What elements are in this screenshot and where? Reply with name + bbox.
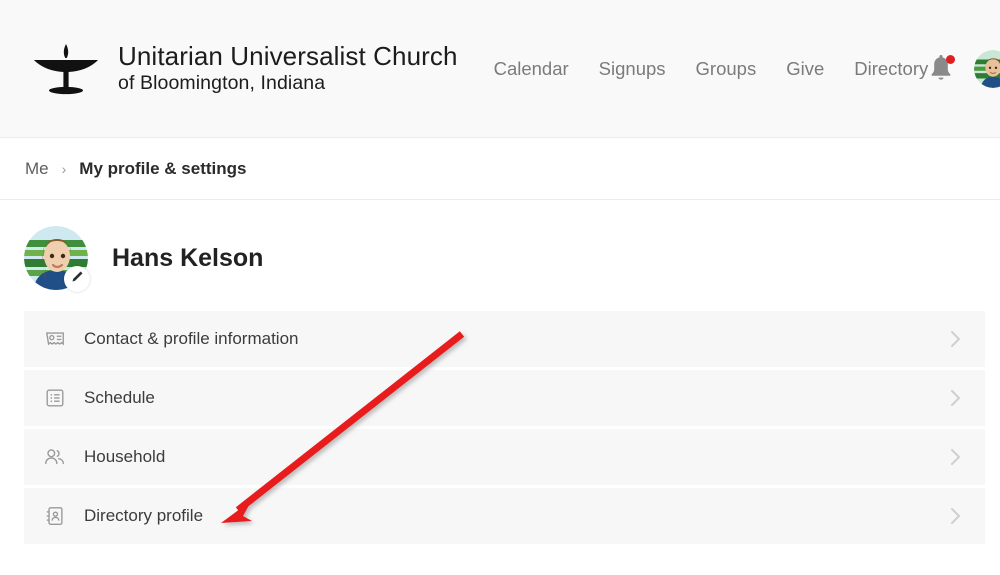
brand[interactable]: Unitarian Universalist Church of Bloomin…: [30, 40, 458, 98]
people-icon: [42, 444, 68, 470]
profile-name: Hans Kelson: [112, 243, 264, 272]
settings-row-label: Contact & profile information: [84, 329, 299, 348]
account-avatar[interactable]: [974, 49, 1000, 88]
settings-row-label: Schedule: [84, 388, 155, 407]
brand-title-line2: of Bloomington, Indiana: [118, 72, 326, 95]
settings-row-contact-profile-information[interactable]: Contact & profile information: [24, 311, 985, 367]
flaming-chalice-logo: [30, 40, 102, 98]
notifications-button[interactable]: [928, 54, 956, 84]
address-book-icon: [42, 503, 68, 529]
settings-row-directory-profile[interactable]: Directory profile: [24, 488, 985, 544]
profile-avatar[interactable]: [24, 226, 90, 292]
settings-row-label: Directory profile: [84, 506, 204, 525]
settings-row-household[interactable]: Household: [24, 429, 985, 485]
nav-item-give[interactable]: Give: [786, 58, 824, 80]
contact-card-icon: [42, 326, 68, 352]
edit-avatar-badge[interactable]: [64, 266, 90, 292]
profile-header: Hans Kelson: [0, 200, 1000, 292]
brand-title-line1: Unitarian Universalist Church: [118, 41, 458, 72]
chevron-right-icon: [948, 504, 963, 528]
main-navigation: Calendar Signups Groups Give Directory: [494, 58, 929, 80]
chevron-right-icon: [948, 386, 963, 410]
notification-unread-dot: [946, 54, 956, 64]
breadcrumb-separator-icon: ›: [61, 160, 67, 177]
breadcrumb: Me › My profile & settings: [0, 138, 1000, 200]
breadcrumb-item-me[interactable]: Me: [25, 159, 49, 179]
header-actions: [928, 49, 1000, 88]
settings-row-schedule[interactable]: Schedule: [24, 370, 985, 426]
settings-row-label: Household: [84, 447, 166, 466]
nav-item-calendar[interactable]: Calendar: [494, 58, 569, 80]
site-header: Unitarian Universalist Church of Bloomin…: [0, 0, 1000, 138]
nav-item-groups[interactable]: Groups: [696, 58, 757, 80]
list-schedule-icon: [42, 385, 68, 411]
breadcrumb-current-page: My profile & settings: [79, 158, 247, 178]
settings-list: Contact & profile information Schedule H…: [24, 311, 985, 544]
nav-item-directory[interactable]: Directory: [854, 58, 928, 80]
brand-text: Unitarian Universalist Church of Bloomin…: [118, 41, 458, 95]
nav-item-signups[interactable]: Signups: [599, 58, 666, 80]
chevron-right-icon: [948, 445, 963, 469]
pencil-icon: [70, 270, 84, 289]
chevron-right-icon: [948, 327, 963, 351]
